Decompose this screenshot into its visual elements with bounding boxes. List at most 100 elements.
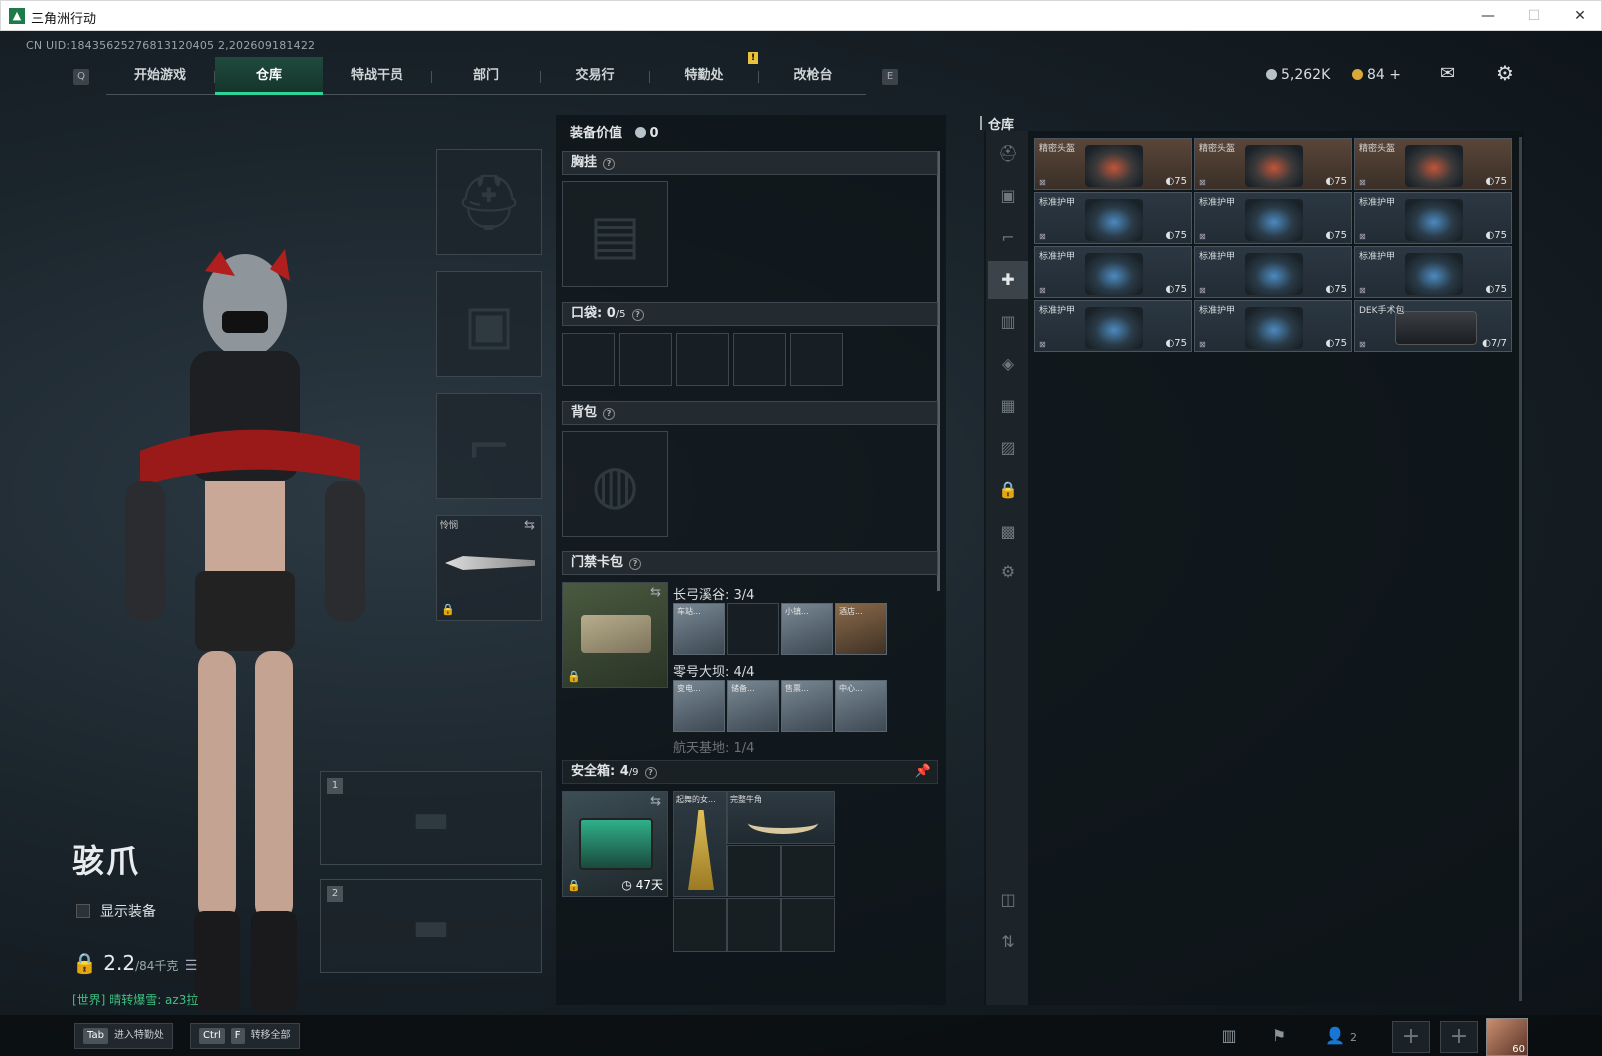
swap-icon[interactable]: ⇆ [650,794,661,809]
warehouse-item[interactable]: 标准护甲 ⊠ ◐75 [1194,192,1352,244]
sort-icon[interactable]: ⇅ [988,923,1028,961]
safebox-empty-slot[interactable] [727,898,781,952]
stats-chart-icon[interactable]: ▥ [1214,1023,1244,1049]
item-durability: ◐75 [1165,230,1187,241]
help-icon[interactable]: ? [629,558,642,570]
category-settings-icon[interactable]: ⚙ [988,553,1028,591]
enter-special-ops-hint[interactable]: Tab 进入特勤处 [74,1023,173,1049]
flag-icon[interactable]: ⚑ [1264,1023,1294,1049]
category-ammo-icon[interactable]: ▥ [988,303,1028,341]
warehouse-item[interactable]: 精密头盔 ⊠ ◐75 [1354,138,1512,190]
checkbox[interactable] [76,904,90,918]
item-name: 标准护甲 [1359,198,1396,208]
category-helmet-icon[interactable]: ⛑ [988,135,1028,173]
category-armor-icon[interactable]: ▣ [988,177,1028,215]
transfer-all-hint[interactable]: Ctrl F 转移全部 [190,1023,300,1049]
swap-icon[interactable]: ⇆ [650,585,661,600]
tab-special-ops[interactable]: 特勤处 [650,57,758,95]
keycard-item[interactable]: 中心... [835,680,887,732]
category-parts-icon[interactable]: ▦ [988,387,1028,425]
invite-slot-button[interactable]: + [1440,1021,1478,1053]
invite-slot-button[interactable]: + [1392,1021,1430,1053]
chest-rig-slot[interactable]: ▤ [562,181,668,287]
warehouse-item[interactable]: 标准护甲 ⊠ ◐75 [1034,246,1192,298]
keycard-item[interactable]: 车站... [673,603,725,655]
warehouse-item[interactable]: 标准护甲 ⊠ ◐75 [1354,192,1512,244]
equipment-scrollbar[interactable] [937,151,940,591]
safebox-empty-slot[interactable] [673,898,727,952]
stack-layers-icon[interactable]: ◫ [988,881,1028,919]
keycard-empty-slot[interactable] [727,603,779,655]
pocket-slot[interactable] [676,333,729,386]
pin-icon[interactable]: 📌 [915,761,931,783]
nav-next-key[interactable]: E [882,69,898,85]
nav-prev-key[interactable]: Q [73,69,89,85]
tab-start-game[interactable]: 开始游戏 [106,57,214,95]
pistol-slot[interactable]: ⌐ [436,393,542,499]
melee-slot[interactable]: 怜悯 ⇆ 🔒 [436,515,542,621]
category-keys-icon[interactable]: ▩ [988,513,1028,551]
maximize-button[interactable]: ☐ [1511,3,1557,29]
player-avatar[interactable]: 60 [1486,1018,1528,1056]
safebox-slot[interactable]: ⇆ 🔒 ◷ 47天 [562,791,668,897]
list-icon[interactable]: ☰ [185,958,198,974]
armor-slot[interactable]: ▣ [436,271,542,377]
keycard-item[interactable]: 储备... [727,680,779,732]
keycard-item[interactable]: 售票... [781,680,833,732]
tab-operators[interactable]: 特战干员 [323,57,431,95]
settings-gear-icon[interactable]: ⚙ [1496,61,1514,85]
swap-icon[interactable]: ⇆ [524,518,535,533]
minimize-button[interactable]: — [1465,3,1511,29]
coin-balance[interactable]: 5,262K [1266,67,1330,83]
pocket-slot[interactable] [562,333,615,386]
warehouse-item[interactable]: 标准护甲 ⊠ ◐75 [1354,246,1512,298]
backpack-slot[interactable]: ◍ [562,431,668,537]
secondary-weapon-slot[interactable]: 2 ▬ [320,879,542,973]
tab-gunsmith[interactable]: 改枪台 [759,57,867,95]
lock-icon: 🔒 [567,670,581,683]
add-token-button[interactable]: + [1389,67,1401,83]
help-icon[interactable]: ? [603,158,616,170]
tab-department[interactable]: 部门 [432,57,540,95]
warehouse-item[interactable]: 标准护甲 ⊠ ◐75 [1194,246,1352,298]
category-weapon-icon[interactable]: ⌐ [988,219,1028,257]
world-chat-line[interactable]: [世界] 晴转爆雪: az3拉 [72,991,198,1008]
category-misc-icon[interactable]: ▨ [988,429,1028,467]
helmet-slot[interactable]: ⛑ [436,149,542,255]
mail-icon[interactable]: ✉ [1440,63,1455,84]
item-name: 标准护甲 [1039,198,1076,208]
tab-market[interactable]: 交易行 [541,57,649,95]
warehouse-item[interactable]: DEK手术包 ⊠ ◐7/7 [1354,300,1512,352]
warehouse-item[interactable]: 标准护甲 ⊠ ◐75 [1034,192,1192,244]
friends-icon[interactable]: 👤 2 [1316,1023,1366,1049]
warehouse-scrollbar[interactable] [1519,137,1522,1001]
safebox-empty-slot[interactable] [781,845,835,897]
keycard-holder-slot[interactable]: ⇆ 🔒 [562,582,668,688]
keycard-item[interactable]: 小镇... [781,603,833,655]
safebox-item[interactable]: 起舞的女... [673,791,727,897]
token-balance[interactable]: 84 + [1352,67,1401,83]
primary-weapon-slot[interactable]: 1 ▬ [320,771,542,865]
keycard-item[interactable]: 酒店... [835,603,887,655]
safebox-item[interactable]: 完整牛角 [727,791,835,844]
category-medical-icon[interactable]: ✚ [988,261,1028,299]
warehouse-item[interactable]: 标准护甲 ⊠ ◐75 [1194,300,1352,352]
tab-warehouse[interactable]: 仓库 [215,57,323,95]
close-button[interactable]: ✕ [1557,3,1602,29]
pocket-slot[interactable] [790,333,843,386]
keycard-item[interactable]: 变电... [673,680,725,732]
category-gear-icon[interactable]: ◈ [988,345,1028,383]
safebox-empty-slot[interactable] [727,845,781,897]
pocket-slot[interactable] [733,333,786,386]
help-icon[interactable]: ? [631,309,644,321]
pocket-slot[interactable] [619,333,672,386]
warehouse-item[interactable]: 精密头盔 ⊠ ◐75 [1034,138,1192,190]
category-locked-icon[interactable]: 🔒 [988,471,1028,509]
help-icon[interactable]: ? [603,408,616,420]
help-icon[interactable]: ? [644,767,657,779]
warehouse-item[interactable]: 精密头盔 ⊠ ◐75 [1194,138,1352,190]
show-equipment-toggle[interactable]: 显示装备 [76,901,156,921]
weight-icon: 🔒 [72,951,97,975]
safebox-empty-slot[interactable] [781,898,835,952]
warehouse-item[interactable]: 标准护甲 ⊠ ◐75 [1034,300,1192,352]
